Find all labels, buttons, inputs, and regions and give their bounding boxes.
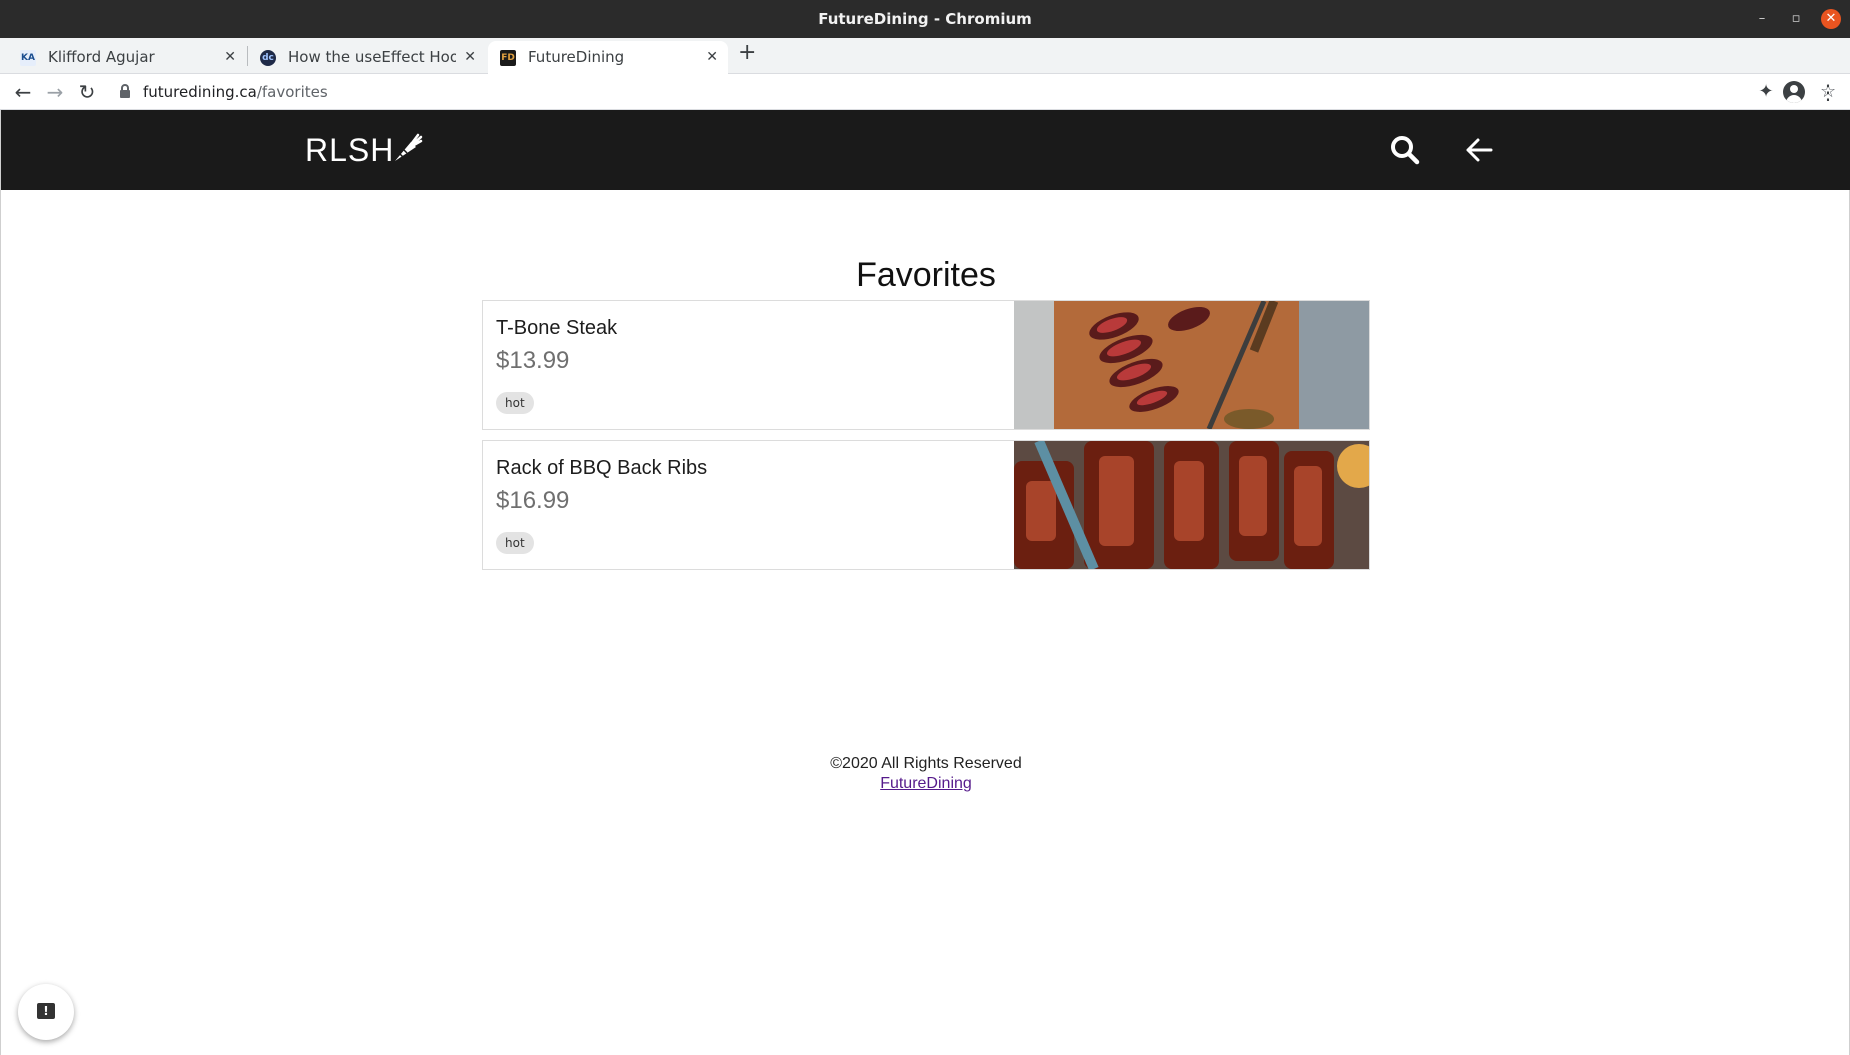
back-arrow-icon[interactable] (1463, 134, 1495, 166)
item-price: $13.99 (496, 347, 570, 374)
web-page: RLSH Favorites T-Bone Steak $13.99 hot R… (0, 110, 1850, 1055)
profile-avatar-icon[interactable] (1783, 81, 1805, 103)
maximize-icon[interactable]: ▫ (1786, 9, 1806, 29)
favorite-item-card[interactable]: T-Bone Steak $13.99 hot (482, 300, 1370, 430)
browser-toolbar: ← → ↻ futuredining.ca/favorites ☆ ✦ ⋮ (0, 74, 1850, 110)
carrot-logo-icon[interactable] (391, 132, 423, 164)
new-tab-plus-icon[interactable]: + (738, 40, 756, 65)
app-header: RLSH (1, 110, 1850, 190)
url-path: /favorites (256, 83, 328, 101)
minimize-icon[interactable]: – (1752, 9, 1772, 29)
forward-icon[interactable]: → (41, 78, 69, 106)
item-tag-badge: hot (496, 392, 534, 414)
lock-icon[interactable] (120, 84, 130, 98)
back-icon[interactable]: ← (9, 78, 37, 106)
tab-strip: KA Klifford Agujar ✕ dc How the useEffec… (0, 38, 1850, 74)
kebab-menu-icon[interactable]: ⋮ (1818, 78, 1838, 106)
window-title: FutureDining - Chromium (818, 10, 1032, 28)
reload-icon[interactable]: ↻ (73, 78, 101, 106)
tab-label: Klifford Agujar (48, 48, 155, 66)
bbq-ribs-image (1014, 441, 1369, 569)
tab-label: FutureDining (528, 48, 625, 66)
url-host: futuredining.ca (143, 83, 257, 101)
site-logo-text[interactable]: RLSH (305, 128, 394, 172)
tab-klifford-agujar[interactable]: KA Klifford Agujar ✕ (8, 41, 246, 74)
tab-close-icon[interactable]: ✕ (706, 41, 718, 74)
t-bone-steak-image (1014, 301, 1369, 429)
page-title: Favorites (856, 256, 996, 294)
search-icon[interactable] (1389, 134, 1421, 166)
item-name: T-Bone Steak (496, 317, 618, 339)
tab-futuredining-active[interactable]: FD FutureDining ✕ (488, 41, 728, 74)
tab-favicon-icon: FD (500, 50, 516, 66)
tab-close-icon[interactable]: ✕ (464, 41, 476, 74)
favorite-item-card[interactable]: Rack of BBQ Back Ribs $16.99 hot (482, 440, 1370, 570)
tab-divider (247, 46, 248, 66)
tab-favicon-icon: dc (260, 50, 276, 66)
feedback-button[interactable]: ! (18, 984, 74, 1040)
url-text[interactable]: futuredining.ca/favorites (143, 78, 328, 106)
footer-link-wrapper: FutureDining (1, 775, 1850, 793)
close-window-icon[interactable]: ✕ (1821, 9, 1841, 29)
window-titlebar: FutureDining - Chromium – ▫ ✕ (0, 0, 1850, 38)
footer-futuredining-link[interactable]: FutureDining (880, 775, 972, 792)
feedback-alert-icon: ! (37, 1003, 55, 1019)
item-price: $16.99 (496, 487, 570, 514)
tab-favicon-icon: KA (20, 50, 36, 66)
address-bar[interactable]: futuredining.ca/favorites ☆ (108, 78, 1836, 106)
extensions-puzzle-icon[interactable]: ✦ (1752, 78, 1780, 106)
tab-close-icon[interactable]: ✕ (224, 41, 236, 74)
tab-useeffect-article[interactable]: dc How the useEffect Hook W ✕ (248, 41, 486, 74)
tab-label: How the useEffect Hook W (288, 48, 456, 66)
item-tag-badge: hot (496, 532, 534, 554)
footer-copyright: ©2020 All Rights Reserved (830, 755, 1022, 772)
item-name: Rack of BBQ Back Ribs (496, 457, 708, 479)
